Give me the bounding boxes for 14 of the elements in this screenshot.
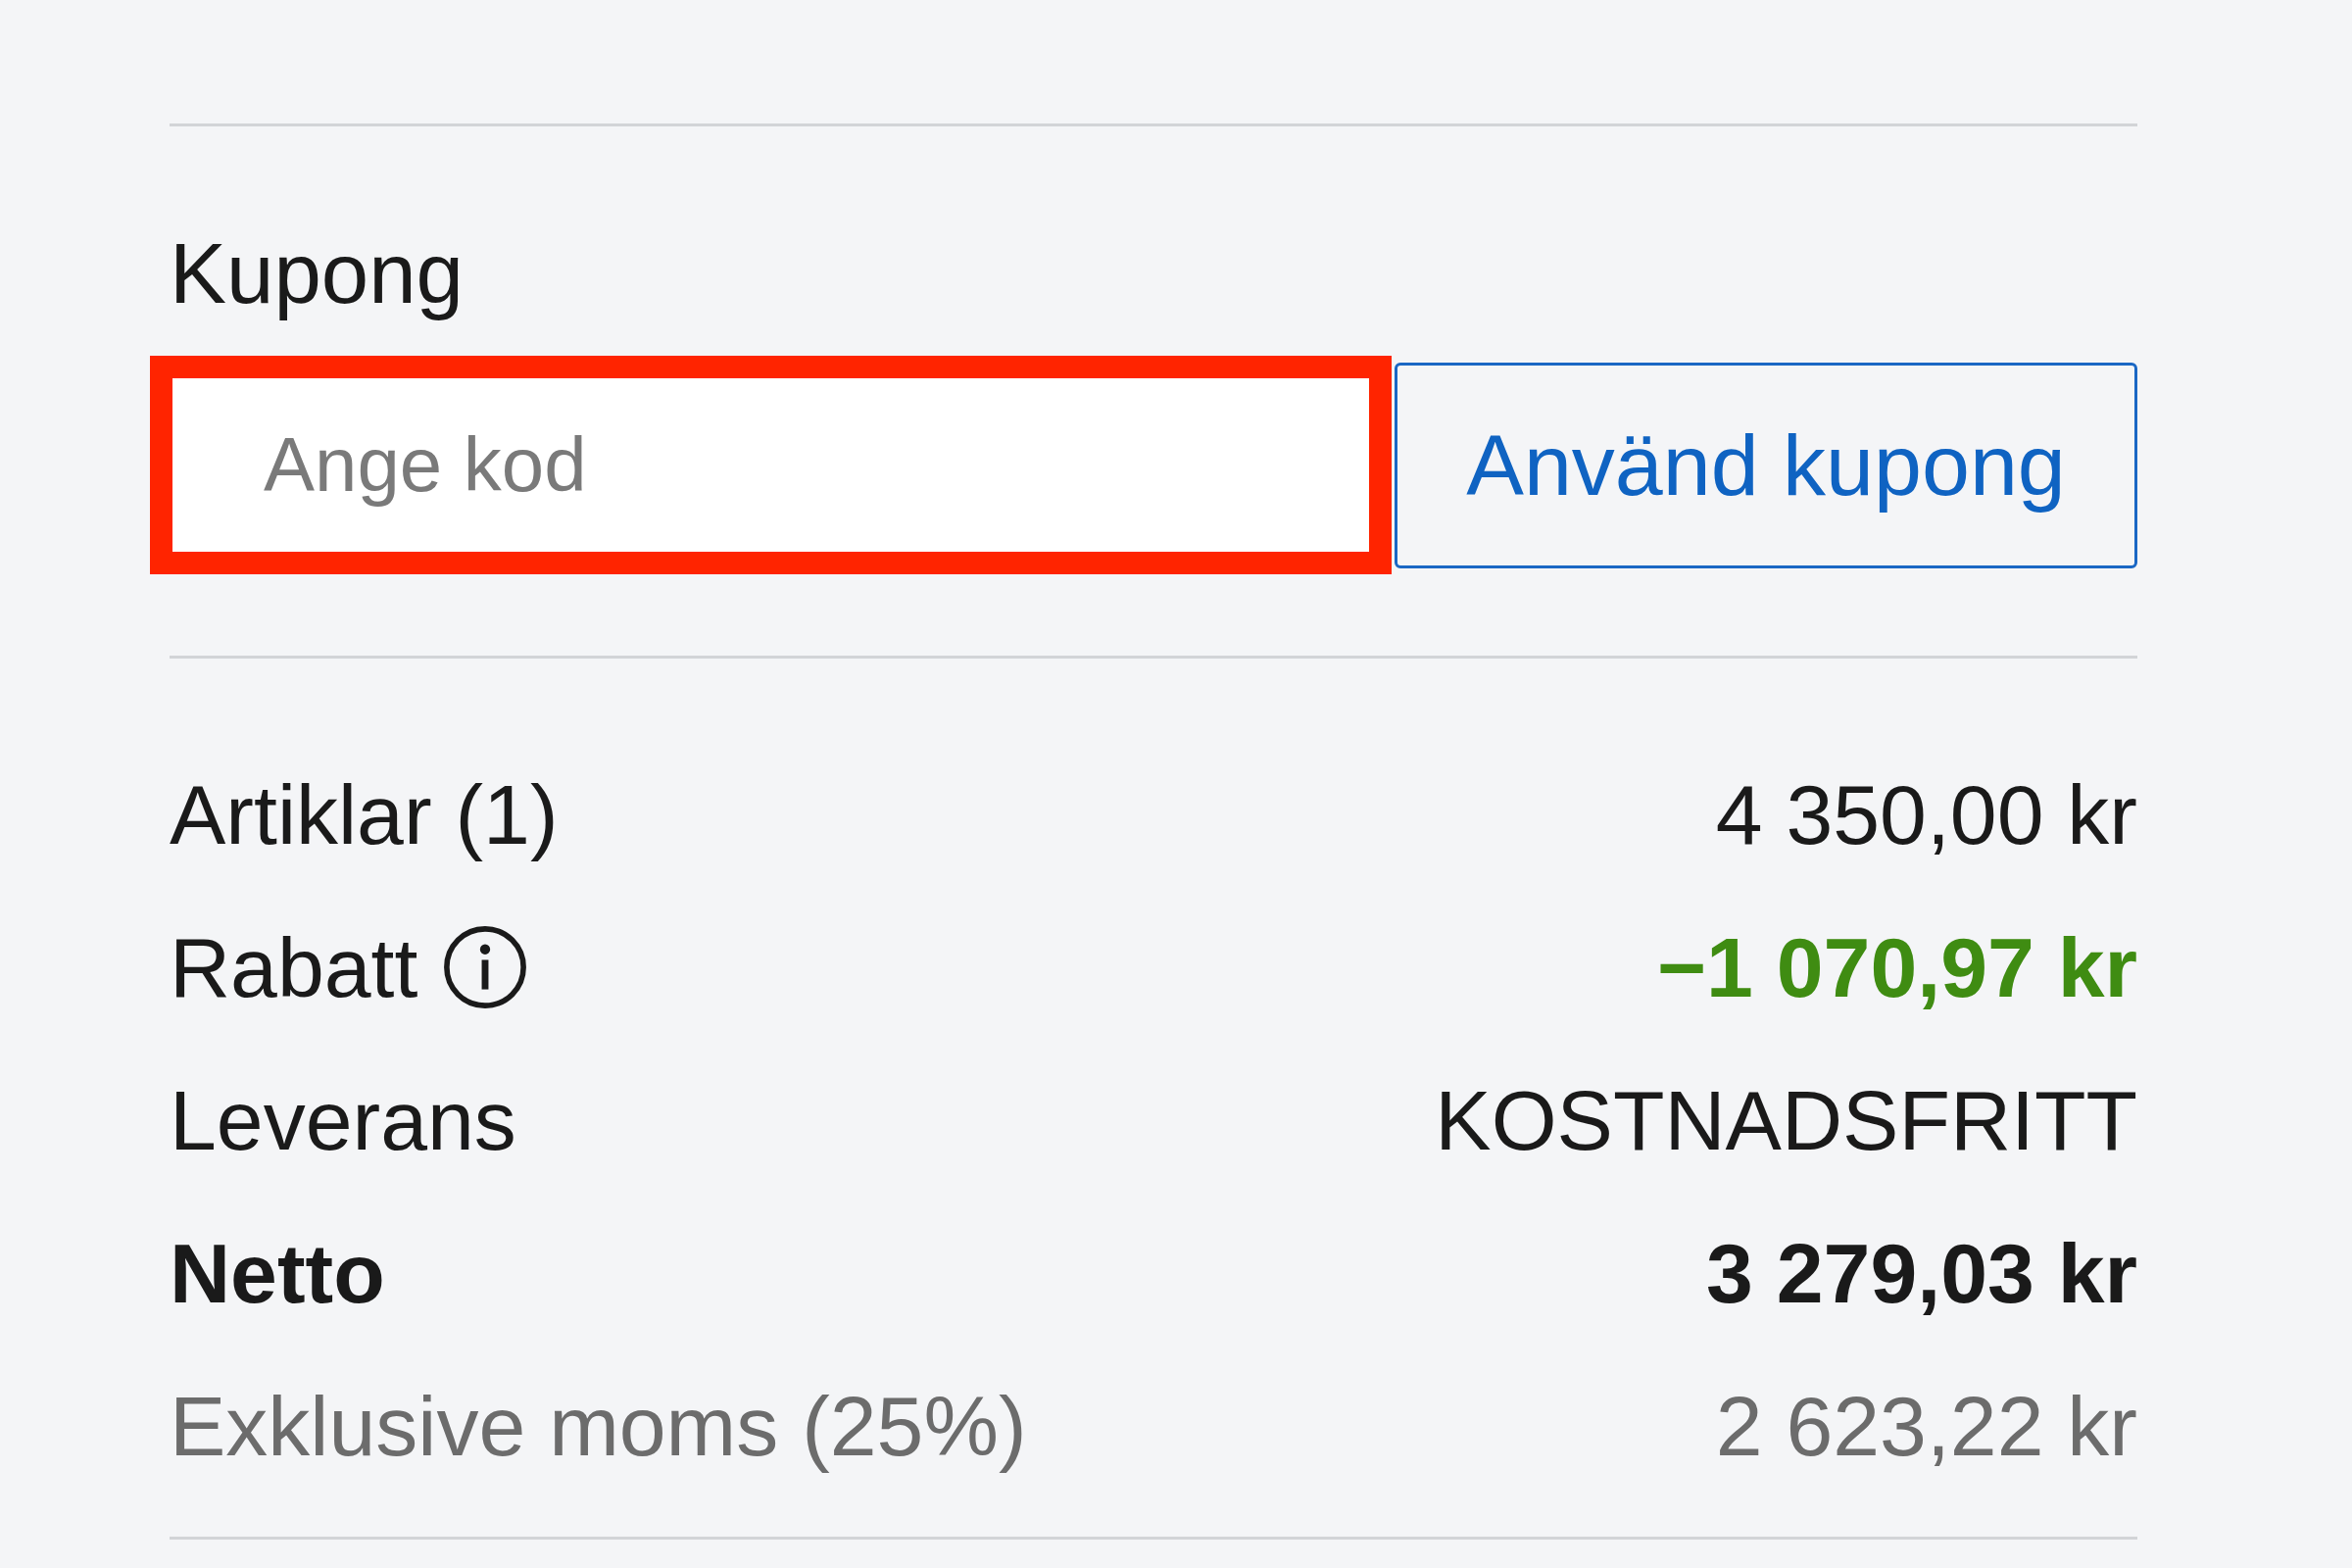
summary-value: 3 279,03 kr	[1706, 1225, 2137, 1322]
coupon-input[interactable]: Ange kod	[150, 356, 1392, 574]
summary-label: Rabatt	[170, 919, 418, 1016]
info-icon[interactable]	[443, 925, 528, 1009]
summary-value: 2 623,22 kr	[1715, 1378, 2137, 1475]
summary-value: KOSTNADSFRITT	[1435, 1072, 2137, 1169]
summary-label: Leverans	[170, 1072, 516, 1169]
summary-value: −1 070,97 kr	[1656, 919, 2137, 1016]
apply-coupon-button[interactable]: Använd kupong	[1395, 362, 2137, 568]
summary-label: Exklusive moms (25%)	[170, 1378, 1027, 1475]
summary-value: 4 350,00 kr	[1715, 766, 2137, 863]
summary-label: Netto	[170, 1225, 385, 1322]
summary-label: Artiklar (1)	[170, 766, 559, 863]
coupon-label: Kupong	[170, 224, 464, 322]
